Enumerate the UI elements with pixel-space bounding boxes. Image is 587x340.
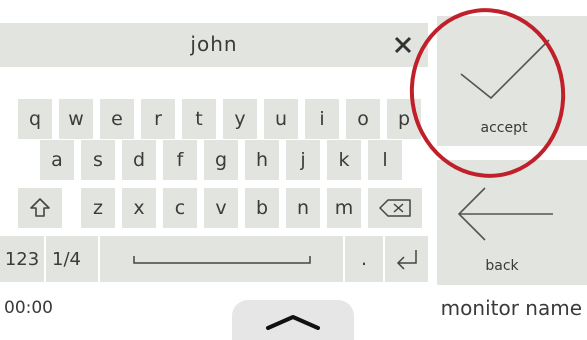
key-l[interactable]: l	[368, 140, 402, 180]
key-q[interactable]: q	[18, 99, 52, 139]
shift-icon	[30, 198, 50, 217]
numbers-key-label: 123	[4, 248, 40, 270]
key-w[interactable]: w	[59, 99, 93, 139]
key-s[interactable]: s	[81, 140, 115, 180]
monitor-name: monitor name	[440, 296, 582, 320]
key-o[interactable]: o	[346, 99, 380, 139]
enter-icon	[396, 250, 417, 270]
key-h[interactable]: h	[245, 140, 279, 180]
key-f[interactable]: f	[163, 140, 197, 180]
shift-key[interactable]	[18, 188, 62, 228]
key-y[interactable]: y	[223, 99, 257, 139]
accept-button[interactable]: accept	[437, 16, 587, 146]
space-icon	[132, 256, 311, 264]
key-r[interactable]: r	[141, 99, 175, 139]
space-key[interactable]	[100, 236, 343, 282]
key-z[interactable]: z	[81, 188, 115, 228]
accept-label: accept	[480, 120, 528, 136]
text-input[interactable]: john	[0, 23, 428, 67]
key-a[interactable]: a	[40, 140, 74, 180]
key-c[interactable]: c	[163, 188, 197, 228]
page-key[interactable]: 1/4	[46, 236, 98, 282]
key-u[interactable]: u	[264, 99, 298, 139]
key-n[interactable]: n	[286, 188, 320, 228]
chevron-up-icon	[266, 315, 320, 330]
back-label: back	[485, 258, 519, 274]
back-button[interactable]: back	[437, 160, 587, 285]
page-key-label: 1/4	[52, 248, 81, 270]
key-b[interactable]: b	[245, 188, 279, 228]
expand-tab[interactable]	[232, 300, 354, 340]
enter-key[interactable]	[385, 236, 428, 282]
backspace-icon	[379, 199, 411, 217]
key-m[interactable]: m	[327, 188, 361, 228]
key-e[interactable]: e	[100, 99, 134, 139]
key-d[interactable]: d	[122, 140, 156, 180]
key-v[interactable]: v	[204, 188, 238, 228]
text-input-value: john	[190, 32, 238, 56]
backspace-key[interactable]	[368, 188, 422, 228]
period-key[interactable]: .	[345, 236, 383, 282]
key-k[interactable]: k	[327, 140, 361, 180]
key-i[interactable]: i	[305, 99, 339, 139]
period-key-label: .	[360, 248, 368, 270]
back-arrow-icon	[457, 187, 553, 241]
key-t[interactable]: t	[182, 99, 216, 139]
key-g[interactable]: g	[204, 140, 238, 180]
clear-icon[interactable]	[388, 27, 418, 63]
time-display: 00:00	[4, 298, 53, 318]
numbers-key[interactable]: 123	[0, 236, 44, 282]
key-j[interactable]: j	[286, 140, 320, 180]
key-x[interactable]: x	[122, 188, 156, 228]
checkmark-icon	[460, 39, 550, 100]
key-p[interactable]: p	[387, 99, 421, 139]
